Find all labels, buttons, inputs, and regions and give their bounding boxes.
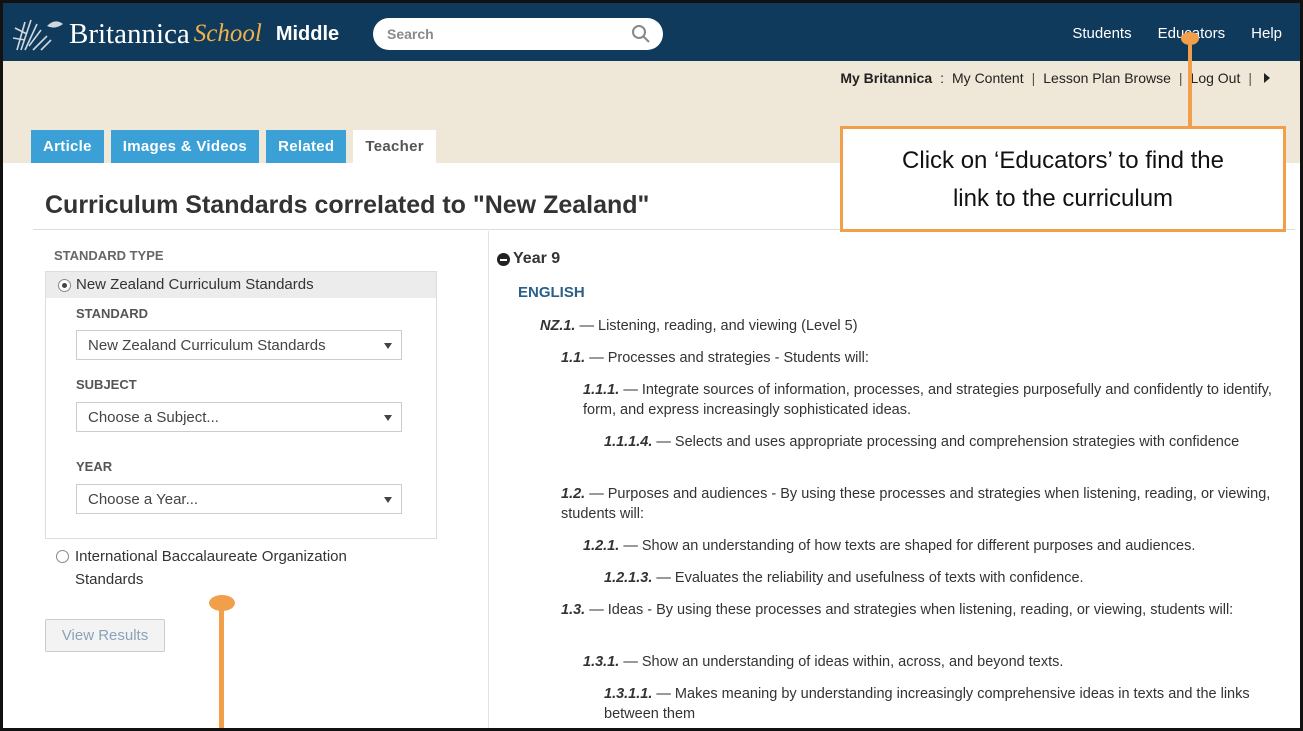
chevron-down-icon <box>384 343 392 349</box>
britannica-logo[interactable]: Britannica School Middle <box>11 16 339 52</box>
annotation-line1: Click on ‘Educators’ to find the <box>902 147 1224 174</box>
tab-related[interactable]: Related <box>266 130 347 163</box>
standard-text: — Processes and strategies - Students wi… <box>589 350 869 366</box>
standard-select-value: New Zealand Curriculum Standards <box>88 337 326 354</box>
separator: | <box>1178 70 1183 86</box>
standard-item: 1.1.1.4. — Selects and uses appropriate … <box>604 432 1244 452</box>
page-title: Curriculum Standards correlated to "New … <box>45 191 650 219</box>
nav-help[interactable]: Help <box>1251 25 1282 42</box>
brand-level: Middle <box>275 22 340 45</box>
standard-code: 1.3. <box>561 602 586 618</box>
collapse-icon[interactable] <box>497 252 510 266</box>
standard-code: 1.1. <box>561 350 586 366</box>
standard-item: 1.2.1. — Show an understanding of how te… <box>583 536 1283 556</box>
standard-code: 1.3.1.1. <box>604 686 653 702</box>
subject-select-value: Choose a Subject... <box>88 409 219 426</box>
search-icon[interactable] <box>631 24 651 44</box>
standard-item: 1.3. — Ideas - By using these processes … <box>561 600 1276 620</box>
caret-right-icon[interactable] <box>1264 73 1270 83</box>
radio-nz-standards[interactable] <box>58 279 71 292</box>
standard-text: — Purposes and audiences - By using thes… <box>561 486 1271 522</box>
standard-code: 1.2.1.3. <box>604 570 653 586</box>
chevron-down-icon <box>384 497 392 503</box>
radio-ib-label-line1: International Baccalaureate Organization <box>75 548 347 565</box>
year-heading-label: Year 9 <box>513 250 561 267</box>
colon-separator: : <box>940 70 945 86</box>
standard-item: 1.3.1.1. — Makes meaning by understandin… <box>604 684 1284 724</box>
chevron-down-icon <box>384 415 392 421</box>
top-nav: Students Educators Help <box>1072 25 1282 42</box>
standard-code: 1.2.1. <box>583 538 620 554</box>
view-results-button[interactable]: View Results <box>45 619 165 652</box>
tab-teacher[interactable]: Teacher <box>353 130 436 163</box>
nav-students[interactable]: Students <box>1072 25 1131 42</box>
standard-select[interactable]: New Zealand Curriculum Standards <box>76 330 402 360</box>
separator: | <box>1031 70 1036 86</box>
search-box[interactable] <box>373 18 663 50</box>
separator: | <box>1248 70 1252 86</box>
radio-ib-standards[interactable] <box>56 550 69 563</box>
standard-text: — Show an understanding of how texts are… <box>623 538 1196 554</box>
tab-images-videos[interactable]: Images & Videos <box>110 130 260 163</box>
screenshot-frame: Britannica School Middle Students Educat… <box>0 0 1303 731</box>
standard-code: 1.1.1.4. <box>604 434 653 450</box>
top-bar: Britannica School Middle Students Educat… <box>3 3 1300 61</box>
standard-type-label: STANDARD TYPE <box>54 248 164 263</box>
annotation-connector-line <box>219 609 224 728</box>
standard-label: STANDARD <box>76 306 148 321</box>
standard-text: — Evaluates the reliability and usefulne… <box>656 570 1084 586</box>
year-heading[interactable]: Year 9 <box>497 250 560 268</box>
radio-nz-label: New Zealand Curriculum Standards <box>76 276 314 293</box>
my-britannica-label: My Britannica <box>840 70 933 86</box>
standard-text: — Makes meaning by understanding increas… <box>604 686 1250 722</box>
subject-heading: ENGLISH <box>518 284 585 301</box>
link-log-out[interactable]: Log Out <box>1191 70 1241 86</box>
year-select[interactable]: Choose a Year... <box>76 484 402 514</box>
brand-school: School <box>193 20 262 47</box>
standard-text: — Integrate sources of information, proc… <box>583 382 1272 418</box>
link-my-content[interactable]: My Content <box>952 70 1024 86</box>
link-lesson-plan-browse[interactable]: Lesson Plan Browse <box>1043 70 1171 86</box>
standard-item: 1.3.1. — Show an understanding of ideas … <box>583 652 1273 672</box>
standard-code: NZ.1. <box>540 318 576 334</box>
standard-item: 1.1. — Processes and strategies - Studen… <box>561 348 1276 368</box>
search-input[interactable] <box>385 25 619 43</box>
standard-code: 1.2. <box>561 486 586 502</box>
standard-text: — Listening, reading, and viewing (Level… <box>579 318 858 334</box>
my-britannica-bar: My Britannica : My Content | Lesson Plan… <box>840 70 1270 86</box>
standard-text: — Ideas - By using these processes and s… <box>589 602 1234 618</box>
standard-item: NZ.1. — Listening, reading, and viewing … <box>540 316 1280 336</box>
subject-select[interactable]: Choose a Subject... <box>76 402 402 432</box>
standard-item: 1.1.1. — Integrate sources of informatio… <box>583 380 1273 420</box>
standard-text: — Show an understanding of ideas within,… <box>623 654 1064 670</box>
year-select-value: Choose a Year... <box>88 491 199 508</box>
standard-item: 1.2.1.3. — Evaluates the reliability and… <box>604 568 1274 588</box>
subject-label: SUBJECT <box>76 377 137 392</box>
radio-ib-label-line2: Standards <box>75 571 144 588</box>
standard-text: — Selects and uses appropriate processin… <box>656 434 1240 450</box>
annotation-connector-line <box>1188 45 1192 127</box>
tab-article[interactable]: Article <box>31 130 104 163</box>
year-label: YEAR <box>76 459 113 474</box>
annotation-callout: Click on ‘Educators’ to find the link to… <box>840 126 1286 232</box>
thistle-logo-icon <box>12 19 63 51</box>
brand-name: Britannica <box>69 17 190 50</box>
standard-code: 1.3.1. <box>583 654 620 670</box>
annotation-dot <box>1181 32 1199 45</box>
annotation-line2: link to the curriculum <box>952 185 1174 212</box>
standard-code: 1.1.1. <box>583 382 620 398</box>
column-divider <box>488 231 489 728</box>
standard-item: 1.2. — Purposes and audiences - By using… <box>561 484 1276 524</box>
tab-bar: Article Images & Videos Related Teacher <box>31 130 436 163</box>
